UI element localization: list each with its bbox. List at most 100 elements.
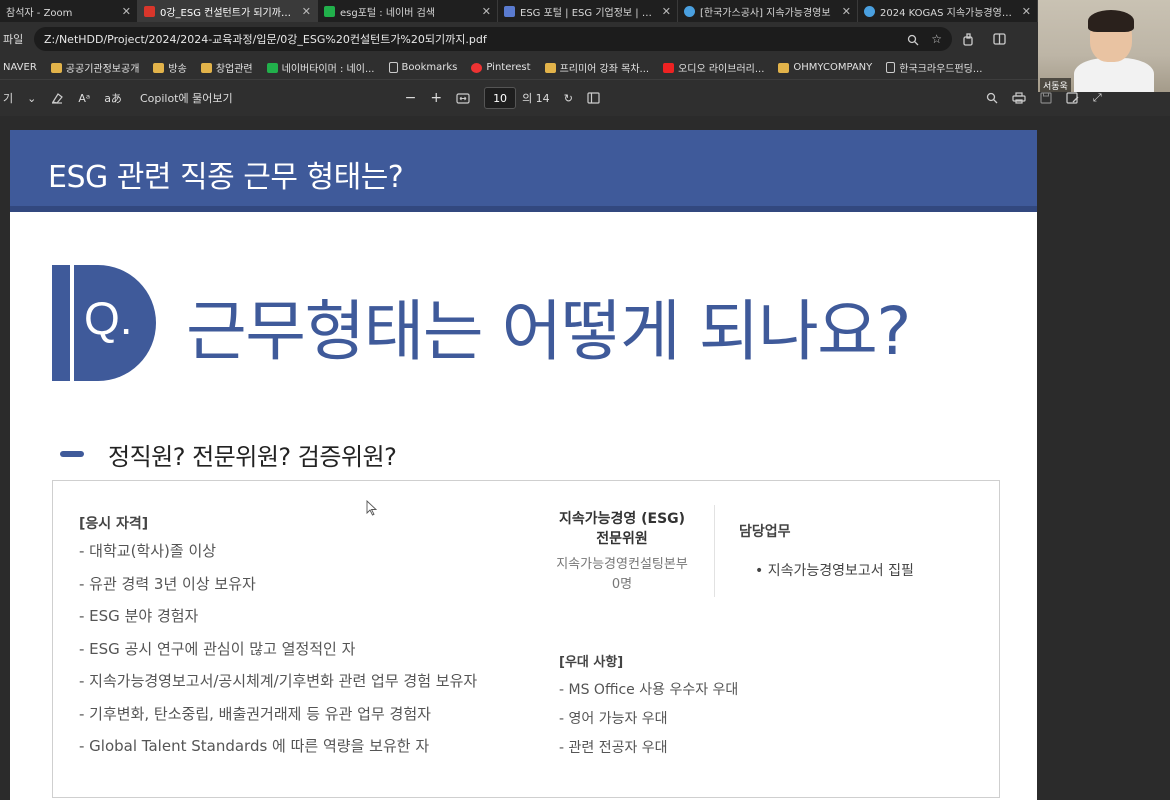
close-icon[interactable]: ✕ (842, 5, 851, 18)
tab-title: esg포털 : 네이버 검색 (340, 7, 436, 19)
search-icon[interactable] (986, 92, 998, 104)
bookmark-label: Bookmarks (401, 62, 458, 73)
bookmark-ohmycompany[interactable]: OHMYCOMPANY (778, 62, 872, 73)
duty-item: • 지속가능경영보고서 집필 (755, 563, 914, 579)
subheading: 정직원? 전문위원? 검증위원? (108, 443, 397, 471)
save-icon[interactable] (1040, 92, 1052, 104)
q-logo-text: Q. (84, 292, 133, 344)
folder-icon (50, 62, 62, 73)
fit-page-icon[interactable] (456, 92, 470, 104)
url-text: Z:/NetHDD/Project/2024/2024-교육과정/입문/0강_E… (44, 33, 487, 46)
page-view-icon[interactable] (587, 92, 600, 104)
bookmark-broadcast[interactable]: 방송 (153, 60, 187, 75)
page-total: 의 14 (522, 92, 550, 105)
esg-portal-icon (504, 5, 515, 17)
bookmark-label: 오디오 라이브러리... (678, 64, 765, 75)
tab-kogas-report[interactable]: [한국가스공사] 지속가능경영보 ✕ (678, 0, 858, 22)
page-number-input[interactable]: 10 (484, 87, 517, 109)
bookmark-premiere[interactable]: 프리미어 강좌 목차... (544, 60, 650, 75)
bookmark-bookmarks[interactable]: Bookmarks (388, 62, 458, 73)
slide-header: ESG 관련 직종 근무 형태는? (10, 130, 1037, 212)
chevron-down-icon[interactable]: ⌄ (27, 92, 36, 105)
tab-zoom[interactable]: 참석자 - Zoom ✕ (0, 0, 138, 22)
bookmark-label: 프리미어 강좌 목차... (559, 64, 650, 75)
rotate-icon[interactable]: ↻ (564, 92, 573, 105)
tab-esg-portal[interactable]: ESG 포털 | ESG 기업정보 | 지속 ✕ (498, 0, 678, 22)
folder-icon (544, 62, 556, 73)
list-item: - Global Talent Standards 에 따른 역량을 보유한 자 (79, 737, 430, 755)
zoom-icon[interactable] (907, 32, 919, 46)
bookmark-label: NAVER (3, 62, 37, 73)
extensions-icon[interactable] (962, 32, 975, 47)
print-icon[interactable] (1012, 92, 1026, 104)
close-icon[interactable]: ✕ (1022, 5, 1031, 18)
tab-strip: 참석자 - Zoom ✕ 0강_ESG 컨설턴트가 되기까지.p ✕ esg포털… (0, 0, 1038, 22)
subheading-dash (60, 451, 84, 457)
role-title: 지속가능경영 (ESG) 전문위원 (533, 509, 711, 549)
save-as-icon[interactable] (1066, 92, 1079, 104)
pdf-icon (144, 5, 155, 17)
zoom-in-icon[interactable]: + (430, 90, 442, 106)
duties-title: 담당업무 (739, 524, 791, 540)
close-icon[interactable]: ✕ (122, 5, 131, 18)
tab-title: 참석자 - Zoom (6, 7, 73, 19)
close-icon[interactable]: ✕ (662, 5, 671, 18)
bookmark-pinterest[interactable]: Pinterest (471, 62, 531, 73)
loading-icon (864, 5, 875, 17)
bookmark-naver[interactable]: NAVER (3, 62, 37, 73)
bookmark-label: 공공기관정보공개 (65, 64, 140, 75)
role-department: 지속가능경영컨설팅본부 0명 (533, 555, 711, 595)
ohmycompany-icon (778, 62, 790, 73)
tab-kogas-2024[interactable]: 2024 KOGAS 지속가능경영보고 ✕ (858, 0, 1038, 22)
bookmark-label: 창업관련 (215, 64, 253, 75)
page-icon (886, 62, 896, 73)
role-title-line: 지속가능경영 (ESG) (558, 511, 686, 527)
bookmark-label: Pinterest (486, 62, 531, 73)
bookmark-public-info[interactable]: 공공기관정보공개 (50, 60, 140, 75)
q-logo-bar (52, 265, 70, 381)
tab-naver-search[interactable]: esg포털 : 네이버 검색 ✕ (318, 0, 498, 22)
star-icon[interactable]: ☆ (931, 32, 942, 46)
bookmark-startup[interactable]: 창업관련 (200, 60, 253, 75)
tab-title: [한국가스공사] 지속가능경영보 (700, 7, 831, 19)
close-icon[interactable]: ✕ (302, 5, 311, 18)
bookmark-naver-timer[interactable]: 네이버타이머 : 네이... (266, 60, 375, 75)
divider (714, 505, 715, 597)
list-item: - 영어 가능자 우대 (559, 711, 668, 727)
tab-title: 2024 KOGAS 지속가능경영보고 (880, 7, 1016, 19)
pdf-toolbar: 기 ⌄ Aᵃ aあ Copilot에 물어보기 − + 10 의 14 ↻ ⤢ (0, 80, 1170, 116)
tab-pdf[interactable]: 0강_ESG 컨설턴트가 되기까지.p ✕ (138, 0, 318, 22)
list-item: - 대학교(학사)졸 이상 (79, 542, 217, 560)
question-heading: 근무형태는 어떻게 되나요? (186, 293, 911, 370)
speaker-hair (1088, 10, 1134, 32)
bookmark-crowdfunding[interactable]: 한국크라우드펀딩... (886, 60, 982, 75)
list-item: - ESG 공시 연구에 관심이 많고 열정적인 자 (79, 639, 356, 658)
tab-title: ESG 포털 | ESG 기업정보 | 지속 (520, 7, 656, 19)
split-screen-icon[interactable] (993, 32, 1006, 47)
webcam-video: 서동욱 (1038, 0, 1170, 92)
pdf-viewer[interactable]: ESG 관련 직종 근무 형태는? Q. 근무형태는 어떻게 되나요? 정직원?… (0, 116, 1170, 800)
role-title-line: 전문위원 (596, 531, 648, 547)
close-icon[interactable]: ✕ (482, 5, 491, 18)
bookmark-label: 네이버타이머 : 네이... (281, 64, 375, 75)
copilot-button[interactable]: Copilot에 물어보기 (140, 90, 233, 106)
bookmark-audio-library[interactable]: 오디오 라이브러리... (663, 60, 764, 75)
folder-icon (153, 62, 165, 73)
participant-name: 서동욱 (1040, 78, 1071, 92)
page-icon (388, 62, 398, 73)
naver-icon (266, 62, 278, 73)
youtube-icon (663, 62, 675, 73)
list-item: - 지속가능경영보고서/공시체계/기후변화 관련 업무 경험 보유자 (79, 672, 478, 690)
tab-title: 0강_ESG 컨설턴트가 되기까지.p (160, 7, 296, 19)
naver-icon (324, 5, 335, 17)
toolbar-label: 기 (3, 92, 14, 105)
eraser-icon[interactable] (50, 92, 64, 104)
text-size-icon[interactable]: Aᵃ (78, 92, 90, 105)
list-item: - MS Office 사용 우수자 우대 (559, 682, 739, 698)
loading-icon (684, 5, 695, 17)
url-input[interactable]: Z:/NetHDD/Project/2024/2024-교육과정/입문/0강_E… (34, 27, 952, 51)
expand-icon[interactable]: ⤢ (1093, 91, 1102, 105)
zoom-out-icon[interactable]: − (405, 90, 417, 106)
address-bar-row: 파일 Z:/NetHDD/Project/2024/2024-교육과정/입문/0… (0, 22, 1038, 56)
translate-icon[interactable]: aあ (104, 90, 122, 106)
